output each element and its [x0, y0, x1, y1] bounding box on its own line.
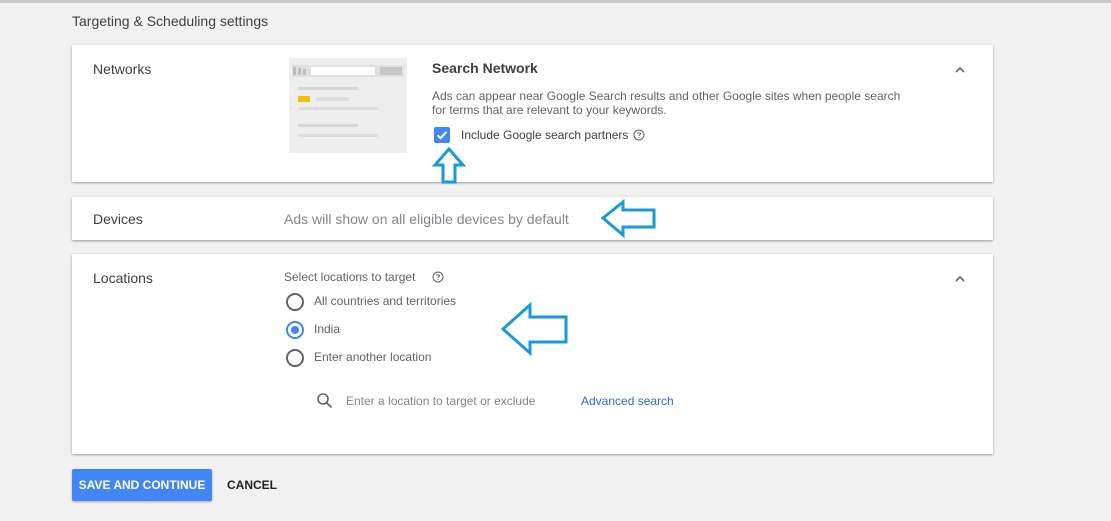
locations-subtitle-text: Select locations to target: [284, 270, 416, 284]
radio-label: Enter another location: [314, 350, 432, 364]
search-network-description: Ads can appear near Google Search result…: [432, 89, 901, 117]
location-search: [316, 391, 546, 413]
page-title: Targeting & Scheduling settings: [72, 13, 269, 29]
search-icon: [317, 393, 333, 409]
networks-collapse-chevron-up-icon[interactable]: [953, 63, 967, 77]
search-network-title: Search Network: [432, 60, 538, 76]
help-icon[interactable]: [432, 271, 444, 283]
networks-card: Networks Search Network Ads can appear n…: [72, 45, 993, 182]
locations-collapse-chevron-up-icon[interactable]: [953, 272, 967, 286]
devices-card: Devices Ads will show on all eligible de…: [72, 197, 993, 240]
save-and-continue-button[interactable]: SAVE AND CONTINUE: [72, 469, 212, 501]
location-search-input[interactable]: [346, 391, 546, 411]
search-network-illustration: [289, 58, 407, 153]
top-divider: [0, 0, 1111, 3]
networks-label: Networks: [93, 61, 152, 77]
annotation-left-arrow-icon: [500, 302, 568, 356]
devices-description: Ads will show on all eligible devices by…: [284, 211, 569, 227]
radio-label: All countries and territories: [314, 294, 457, 308]
cancel-button[interactable]: CANCEL: [222, 469, 282, 501]
annotation-up-arrow-icon: [432, 147, 466, 184]
radio-all-countries[interactable]: [286, 293, 304, 311]
locations-subtitle: Select locations to target: [284, 270, 415, 284]
annotation-left-arrow-icon: [600, 199, 656, 239]
locations-label: Locations: [93, 270, 153, 286]
search-partners-label: Include Google search partners: [461, 128, 629, 142]
radio-india[interactable]: [286, 321, 304, 339]
checkmark-icon: [436, 131, 448, 140]
search-partners-checkbox[interactable]: [434, 127, 450, 143]
radio-label: India: [314, 322, 341, 336]
devices-label: Devices: [93, 211, 143, 227]
advanced-search-link[interactable]: Advanced search: [581, 394, 674, 408]
radio-enter-another-location[interactable]: [286, 349, 304, 367]
help-icon[interactable]: [633, 129, 645, 141]
